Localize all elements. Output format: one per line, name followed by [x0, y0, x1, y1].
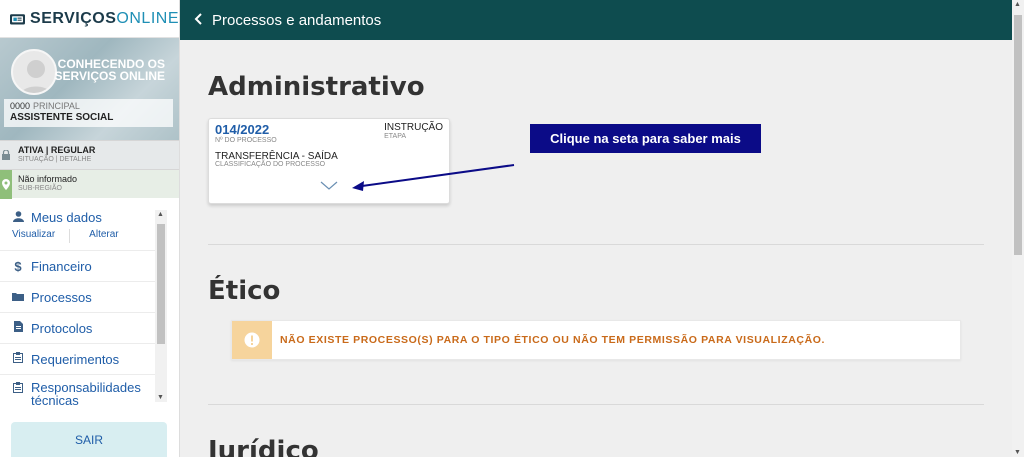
brand-logo-icon — [10, 13, 26, 24]
page-scrollbar[interactable]: ▲ ▼ — [1012, 0, 1024, 457]
sidebar: SERVIÇOSONLINE CONHECENDO OS SERVIÇOS ON… — [0, 0, 180, 457]
section-title-etico: Ético — [208, 276, 281, 306]
situation-row: ATIVA | REGULAR SITUAÇÃO | DETALHE — [0, 140, 179, 169]
sidebar-item-label: Financeiro — [31, 258, 92, 274]
document-icon — [11, 321, 25, 335]
user-icon — [11, 210, 25, 225]
sidebar-menu: Meus dados Visualizar Alterar $ Financei… — [0, 205, 155, 405]
situation-label: SITUAÇÃO | DETALHE — [18, 156, 92, 163]
back-chevron-icon[interactable] — [194, 12, 202, 28]
section-title-administrativo: Administrativo — [208, 72, 425, 102]
scroll-thumb[interactable] — [157, 224, 165, 344]
folder-icon — [11, 290, 25, 304]
process-number: 014/2022 — [215, 122, 270, 137]
subregion-label: SUB-REGIÃO — [18, 185, 62, 192]
process-stage: INSTRUÇÃO ETAPA — [384, 122, 443, 140]
scroll-up-arrow-icon[interactable]: ▲ — [157, 211, 164, 218]
sidebar-item-label: Meus dados — [31, 210, 102, 225]
registration-number: 0000 — [10, 101, 31, 111]
sidebar-item-label: Processos — [31, 289, 92, 305]
dollar-icon: $ — [14, 258, 22, 274]
registration-type: PRINCIPAL — [33, 101, 80, 111]
section-divider — [208, 244, 984, 245]
subregion-value: Não informado — [18, 174, 78, 184]
sidebar-item-financeiro[interactable]: $ Financeiro — [0, 251, 155, 282]
warning-icon — [232, 321, 272, 359]
classification-label: CLASSIFICAÇÃO DO PROCESSO — [215, 161, 326, 168]
alterar-link[interactable]: Alterar — [89, 229, 118, 243]
sidebar-scrollbar[interactable]: ▲ ▼ — [155, 210, 167, 402]
sidebar-item-label: Protocolos — [31, 320, 93, 336]
sidebar-item-meus-dados[interactable]: Meus dados Visualizar Alterar — [0, 205, 155, 251]
clipboard-icon — [11, 352, 25, 366]
expand-chevron-icon[interactable] — [320, 181, 338, 191]
sidebar-item-requerimentos[interactable]: Requerimentos — [0, 344, 155, 375]
profession: ASSISTENTE SOCIAL — [10, 112, 114, 123]
scroll-down-arrow-icon[interactable]: ▼ — [1014, 449, 1021, 456]
main-content: Administrativo 014/2022 Nº DO PROCESSO I… — [180, 40, 1012, 457]
visualizar-link[interactable]: Visualizar — [12, 229, 55, 243]
stage-label: ETAPA — [384, 133, 407, 140]
subregion-row: Não informado SUB-REGIÃO — [0, 169, 179, 199]
process-card[interactable]: 014/2022 Nº DO PROCESSO INSTRUÇÃO ETAPA … — [208, 118, 450, 204]
section-divider — [208, 404, 984, 405]
brand-name: SERVIÇOSONLINE — [30, 9, 179, 27]
sidebar-item-label: Requerimentos — [31, 351, 120, 367]
alert-message: NÃO EXISTE PROCESSO(S) PARA O TIPO ÉTICO… — [280, 334, 826, 346]
profile-card: CONHECENDO OS SERVIÇOS ONLINE 0000 PRINCI… — [0, 38, 179, 140]
lock-icon — [0, 141, 12, 170]
page-header: Processos e andamentos — [180, 0, 1012, 40]
divider — [69, 229, 71, 243]
sidebar-item-processos[interactable]: Processos — [0, 282, 155, 313]
page-title: Processos e andamentos — [212, 11, 382, 29]
sidebar-item-label: Responsabilidades técnicas — [31, 380, 141, 405]
map-pin-icon — [0, 169, 12, 199]
stage-value: INSTRUÇÃO — [384, 122, 443, 133]
logout-button[interactable]: SAIR — [11, 422, 167, 457]
registration-box: 0000 PRINCIPAL ASSISTENTE SOCIAL — [4, 99, 173, 127]
scroll-down-arrow-icon[interactable]: ▼ — [157, 394, 164, 401]
process-number-label: Nº DO PROCESSO — [215, 137, 277, 144]
scroll-up-arrow-icon[interactable]: ▲ — [1014, 1, 1021, 8]
clipboard-icon — [11, 382, 25, 396]
profile-name: CONHECENDO OS SERVIÇOS ONLINE — [54, 57, 165, 83]
sidebar-item-protocolos[interactable]: Protocolos — [0, 313, 155, 344]
page-scroll-thumb[interactable] — [1014, 15, 1022, 255]
situation-value: ATIVA | REGULAR — [18, 145, 96, 155]
annotation-tooltip: Clique na seta para saber mais — [530, 124, 761, 153]
brand-header[interactable]: SERVIÇOSONLINE — [0, 0, 179, 38]
sidebar-item-responsabilidades[interactable]: Responsabilidades técnicas — [0, 375, 155, 405]
etico-alert: NÃO EXISTE PROCESSO(S) PARA O TIPO ÉTICO… — [231, 320, 961, 360]
avatar[interactable] — [11, 49, 57, 95]
section-title-juridico: Jurídico — [208, 436, 319, 457]
user-silhouette-icon — [20, 60, 52, 93]
